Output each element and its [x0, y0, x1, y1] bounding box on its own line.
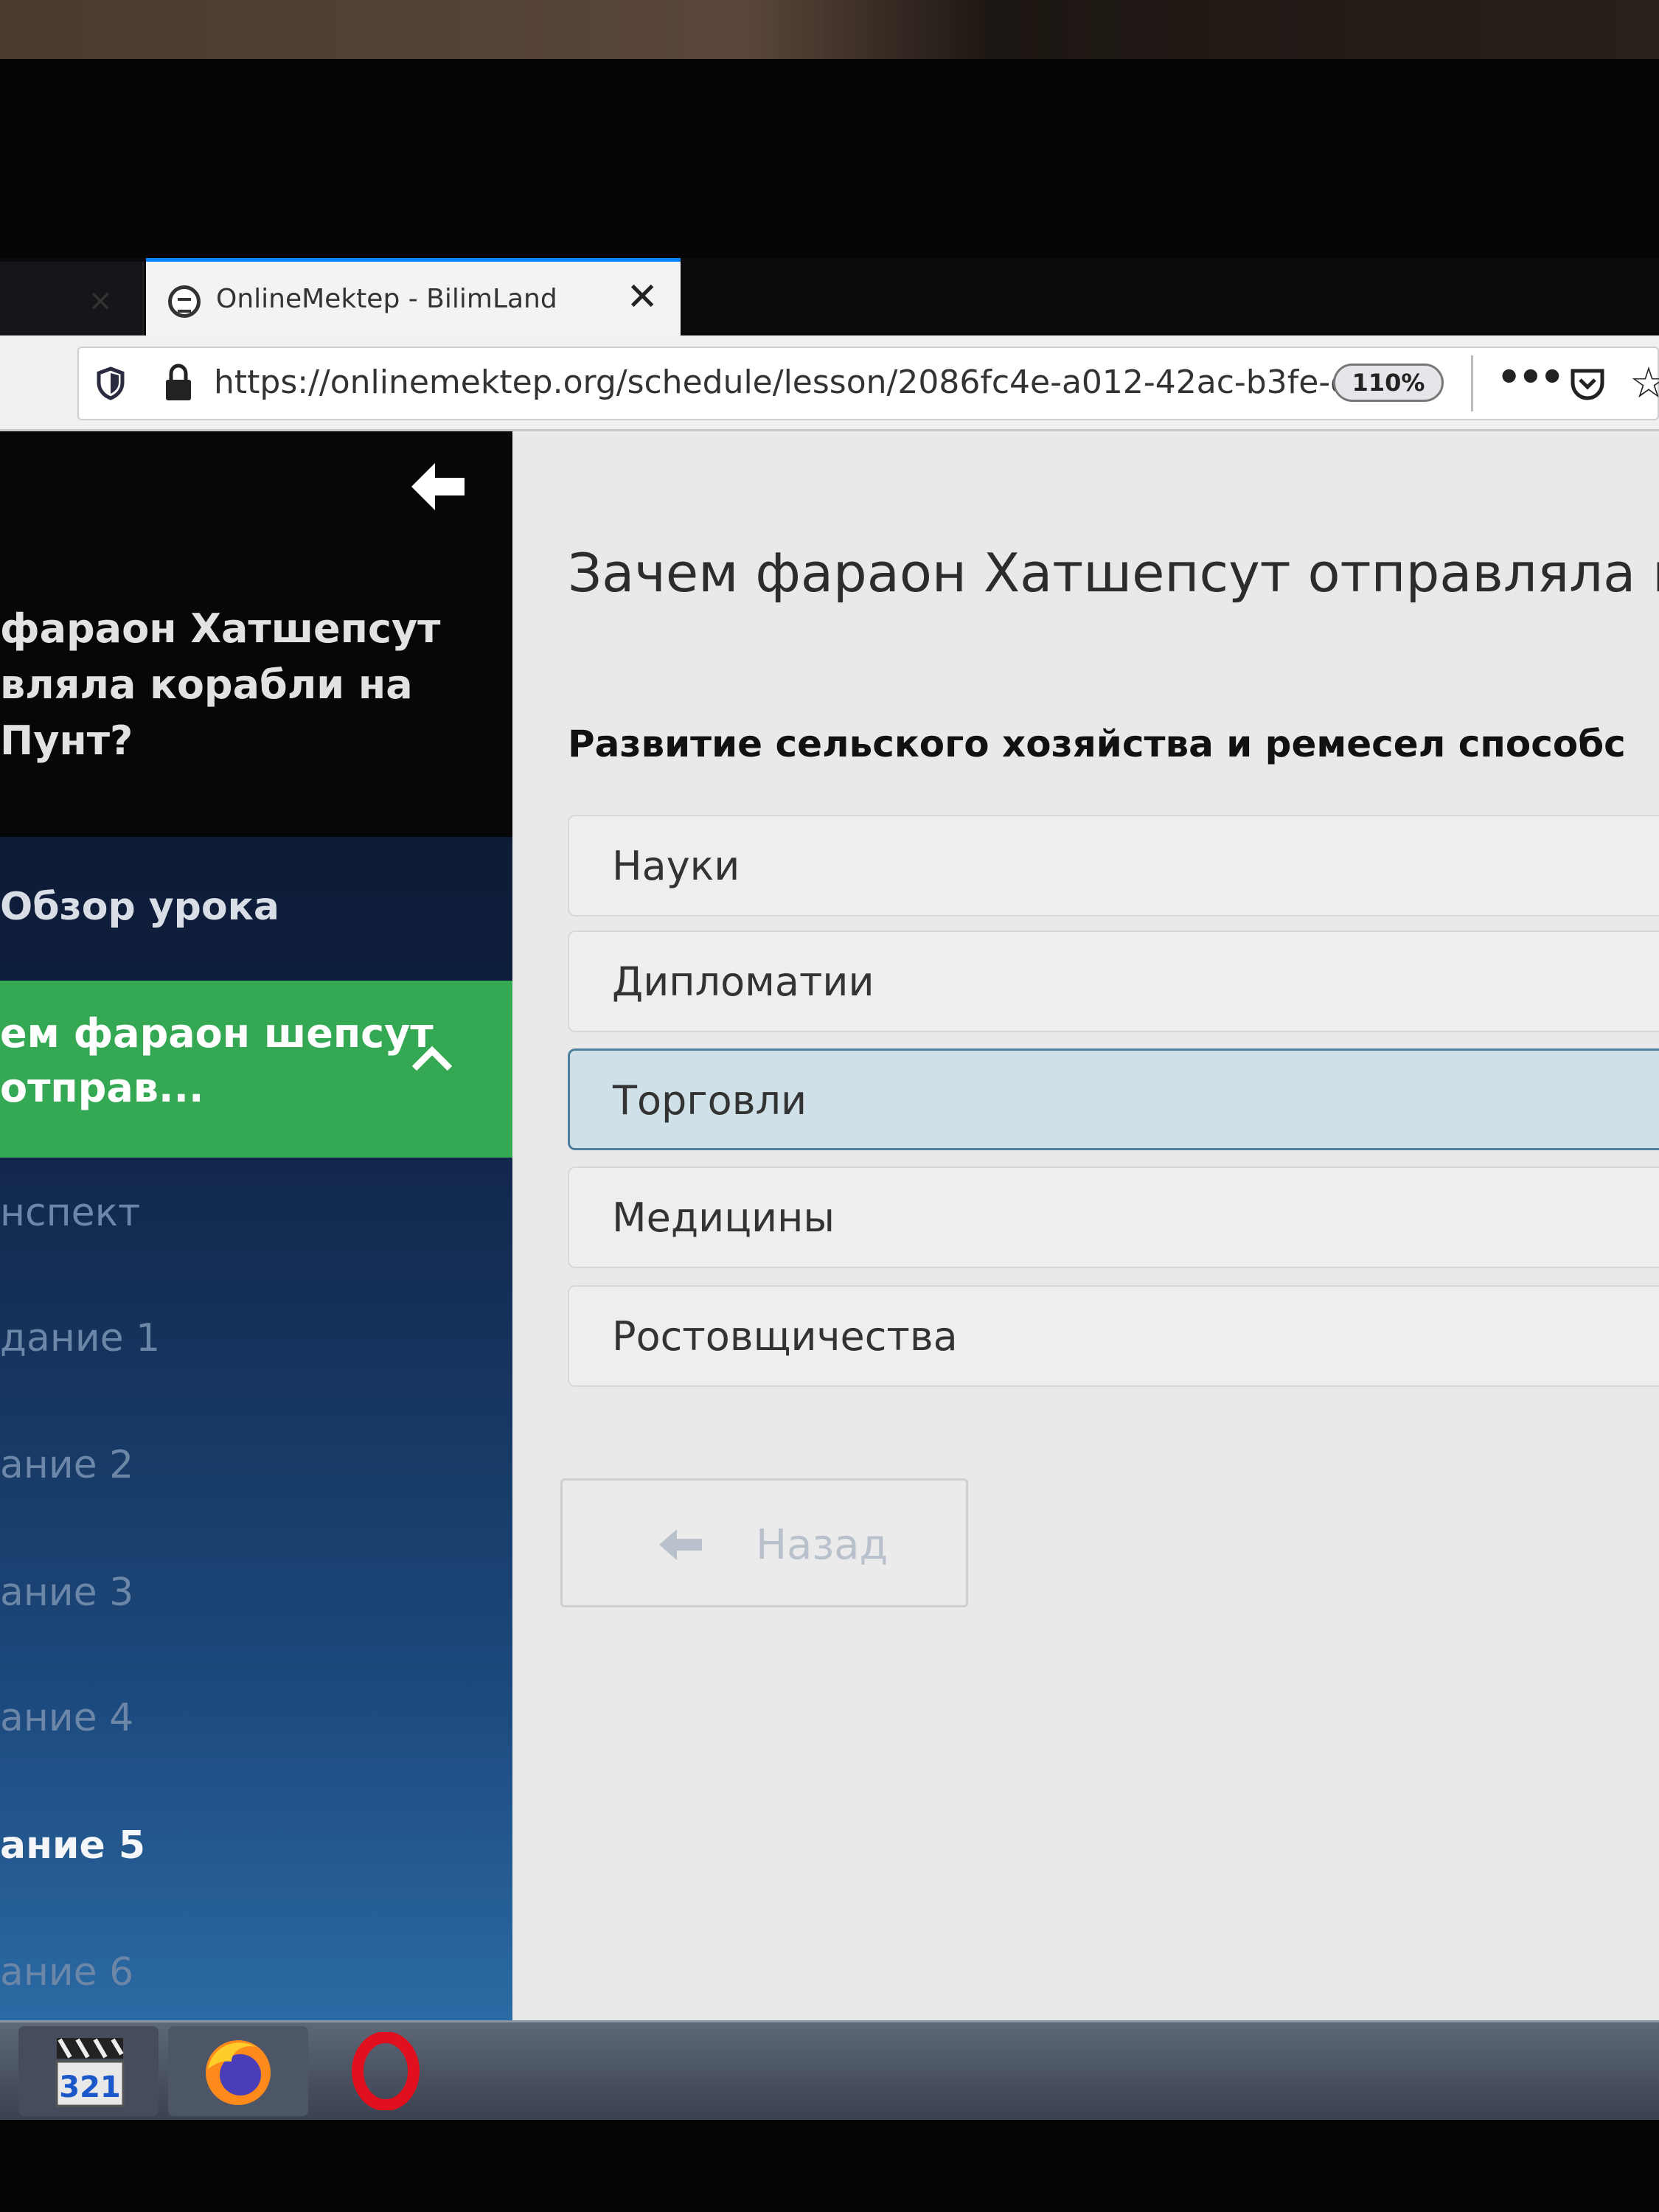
- sidebar-item-label: ем фараон шепсут отправ...: [0, 1010, 434, 1111]
- quiz-panel: Зачем фараон Хатшепсут отправляла к Разв…: [512, 431, 1659, 2020]
- bookmark-star-icon[interactable]: ☆: [1630, 358, 1659, 408]
- answer-label: Науки: [612, 843, 740, 889]
- url-text[interactable]: https://onlinemektep.org/schedule/lesson…: [214, 364, 1335, 401]
- sidebar-item-overview[interactable]: Обзор урока: [0, 885, 279, 929]
- chevron-up-icon[interactable]: [410, 1043, 454, 1073]
- toolbar-divider: [1471, 355, 1473, 411]
- back-button[interactable]: Назад: [560, 1478, 968, 1607]
- back-button-label: Назад: [756, 1521, 888, 1569]
- sidebar-item-task-1[interactable]: дание 1: [0, 1316, 160, 1360]
- taskbar-firefox[interactable]: [168, 2026, 308, 2116]
- background-tab[interactable]: ×: [0, 262, 144, 335]
- tracking-shield-icon[interactable]: [96, 366, 125, 400]
- answer-option[interactable]: Дипломатии: [568, 931, 1659, 1032]
- media-player-icon: 321: [55, 2038, 125, 2107]
- sidebar-item-task-5[interactable]: ание 5: [0, 1823, 145, 1868]
- monitor-bezel: [0, 59, 1659, 258]
- question-text: Развитие сельского хозяйства и ремесел с…: [568, 723, 1626, 765]
- sidebar-item-task-2[interactable]: ание 2: [0, 1443, 133, 1487]
- sidebar-item-active-lesson[interactable]: ем фараон шепсут отправ...: [0, 981, 512, 1158]
- media-player-text: 321: [59, 2070, 121, 2104]
- pocket-icon[interactable]: [1569, 365, 1606, 402]
- browser-tab-active[interactable]: OnlineMektep - BilimLand ✕: [146, 258, 681, 338]
- firefox-icon: [206, 2040, 271, 2105]
- answer-label: Медицины: [612, 1194, 835, 1241]
- arrow-left-icon: [659, 1529, 702, 1560]
- site-favicon-icon: [168, 285, 201, 318]
- lesson-title: фараон Хатшепсут вляла корабли на Пунт?: [0, 605, 441, 764]
- background-room: [0, 0, 1659, 59]
- tab-title: OnlineMektep - BilimLand: [216, 284, 557, 314]
- lesson-sidebar: фараон Хатшепсут вляла корабли на Пунт? …: [0, 431, 512, 2020]
- answer-label: Ростовщичества: [612, 1313, 958, 1360]
- back-arrow-icon[interactable]: [404, 457, 470, 516]
- zoom-level-badge[interactable]: 110%: [1333, 364, 1444, 402]
- close-tab-icon[interactable]: ✕: [626, 275, 658, 319]
- monitor-bottom-bezel: [0, 2120, 1659, 2212]
- taskbar-opera[interactable]: [324, 2026, 465, 2116]
- answer-label: Дипломатии: [612, 959, 874, 1005]
- page-actions-icon[interactable]: •••: [1497, 355, 1565, 400]
- taskbar-media-player[interactable]: 321: [18, 2026, 159, 2116]
- answer-option-selected[interactable]: Торговли: [568, 1048, 1659, 1150]
- sidebar-item-task-6[interactable]: ание 6: [0, 1950, 133, 1994]
- sidebar-item-summary[interactable]: нспект: [0, 1191, 140, 1235]
- question-title: Зачем фараон Хатшепсут отправляла к: [568, 542, 1659, 604]
- answer-option[interactable]: Медицины: [568, 1166, 1659, 1268]
- answer-label: Торговли: [613, 1077, 807, 1124]
- lock-icon[interactable]: [164, 364, 193, 402]
- sidebar-item-task-3[interactable]: ание 3: [0, 1571, 133, 1615]
- close-icon[interactable]: ×: [88, 284, 113, 318]
- sidebar-item-task-4[interactable]: ание 4: [0, 1696, 133, 1740]
- answer-option[interactable]: Ростовщичества: [568, 1285, 1659, 1387]
- opera-icon: [352, 2032, 420, 2110]
- answer-option[interactable]: Науки: [568, 815, 1659, 917]
